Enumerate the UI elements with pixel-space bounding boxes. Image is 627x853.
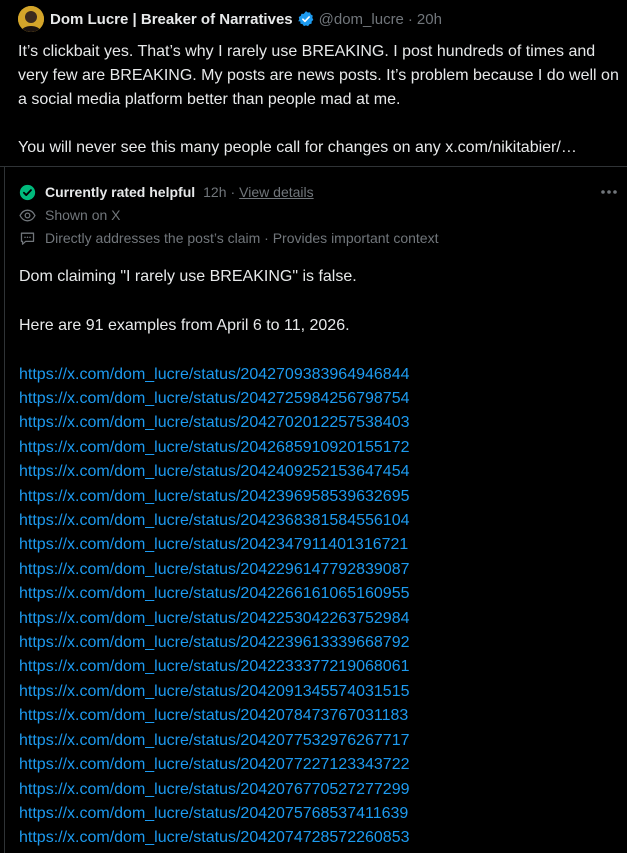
- note-status-label: Currently rated helpful: [45, 184, 196, 200]
- status-link[interactable]: https://x.com/dom_lucre/status/204226616…: [19, 585, 410, 602]
- author-name[interactable]: Dom Lucre | Breaker of Narratives: [50, 11, 293, 28]
- note-link-item: https://x.com/dom_lucre/status/204207677…: [19, 778, 619, 802]
- status-link[interactable]: https://x.com/dom_lucre/status/204223337…: [19, 658, 410, 675]
- eye-icon: [19, 209, 36, 221]
- status-link[interactable]: https://x.com/dom_lucre/status/204207722…: [19, 756, 410, 773]
- status-link[interactable]: https://x.com/dom_lucre/status/204272598…: [19, 390, 410, 407]
- note-link-item: https://x.com/dom_lucre/status/204207576…: [19, 802, 619, 826]
- note-link-item: https://x.com/dom_lucre/status/204223961…: [19, 631, 619, 655]
- shown-on-label: Shown on X: [45, 207, 121, 223]
- post-timestamp[interactable]: 20h: [417, 11, 442, 28]
- note-link-item: https://x.com/dom_lucre/status/204207753…: [19, 729, 619, 753]
- status-link[interactable]: https://x.com/dom_lucre/status/204240925…: [19, 463, 410, 480]
- status-link[interactable]: https://x.com/dom_lucre/status/204239695…: [19, 488, 410, 505]
- author-handle[interactable]: @dom_lucre: [319, 11, 404, 28]
- note-link-item: https://x.com/dom_lucre/status/204236838…: [19, 509, 619, 533]
- post: Dom Lucre | Breaker of Narratives @dom_l…: [0, 0, 627, 167]
- status-link[interactable]: https://x.com/dom_lucre/status/204223961…: [19, 634, 410, 651]
- more-dots-icon: [601, 190, 617, 194]
- status-link[interactable]: https://x.com/dom_lucre/status/204225304…: [19, 610, 410, 627]
- reasons-row: Directly addresses the post’s claim · Pr…: [19, 228, 438, 248]
- note-link-item: https://x.com/dom_lucre/status/204240925…: [19, 460, 619, 484]
- note-link-item: https://x.com/dom_lucre/status/204207722…: [19, 753, 619, 777]
- status-link[interactable]: https://x.com/dom_lucre/status/204236838…: [19, 512, 410, 529]
- note-reasons: Directly addresses the post’s claim · Pr…: [45, 230, 439, 246]
- note-summary: Here are 91 examples from April 6 to 11,…: [19, 316, 350, 334]
- shown-on-row: Shown on X: [19, 205, 121, 225]
- note-body: Dom claiming "I rarely use BREAKING" is …: [19, 265, 619, 851]
- note-link-item: https://x.com/dom_lucre/status/204225304…: [19, 607, 619, 631]
- community-note: Currently rated helpful 12h · View detai…: [4, 167, 627, 853]
- verified-badge-icon: [297, 11, 313, 27]
- status-link[interactable]: https://x.com/dom_lucre/status/204270201…: [19, 414, 410, 431]
- note-link-item: https://x.com/dom_lucre/status/204239695…: [19, 485, 619, 509]
- note-link-item: https://x.com/dom_lucre/status/204209134…: [19, 680, 619, 704]
- status-link[interactable]: https://x.com/dom_lucre/status/204229614…: [19, 561, 410, 578]
- status-link[interactable]: https://x.com/dom_lucre/status/204207472…: [19, 829, 410, 846]
- note-link-item: https://x.com/dom_lucre/status/204270201…: [19, 411, 619, 435]
- note-link-item: https://x.com/dom_lucre/status/204234791…: [19, 533, 619, 557]
- status-link[interactable]: https://x.com/dom_lucre/status/204207753…: [19, 732, 410, 749]
- note-timestamp: 12h: [203, 184, 227, 200]
- status-link[interactable]: https://x.com/dom_lucre/status/204207847…: [19, 707, 408, 724]
- avatar-image: [18, 6, 44, 32]
- status-link[interactable]: https://x.com/dom_lucre/status/204268591…: [19, 439, 410, 456]
- status-link[interactable]: https://x.com/dom_lucre/status/204207677…: [19, 781, 410, 798]
- status-link[interactable]: https://x.com/dom_lucre/status/204234791…: [19, 536, 408, 553]
- note-links-list: https://x.com/dom_lucre/status/204270938…: [19, 363, 619, 851]
- more-options-button[interactable]: [596, 181, 622, 203]
- note-link-item: https://x.com/dom_lucre/status/204207847…: [19, 704, 619, 728]
- note-link-item: https://x.com/dom_lucre/status/204272598…: [19, 387, 619, 411]
- note-link-item: https://x.com/dom_lucre/status/204268591…: [19, 436, 619, 460]
- note-separator: ·: [230, 184, 236, 200]
- status-link[interactable]: https://x.com/dom_lucre/status/204270938…: [19, 366, 410, 383]
- status-link[interactable]: https://x.com/dom_lucre/status/204207576…: [19, 805, 408, 822]
- header-separator: ·: [407, 10, 413, 28]
- note-status-row: Currently rated helpful 12h · View detai…: [19, 181, 314, 203]
- note-link-item: https://x.com/dom_lucre/status/204229614…: [19, 558, 619, 582]
- note-link-item: https://x.com/dom_lucre/status/204207472…: [19, 826, 619, 850]
- view-details-link[interactable]: View details: [239, 184, 313, 200]
- comment-icon: [20, 232, 35, 245]
- note-claim: Dom claiming "I rarely use BREAKING" is …: [19, 268, 357, 285]
- post-header: Dom Lucre | Breaker of Narratives @dom_l…: [50, 8, 442, 30]
- post-paragraph[interactable]: You will never see this many people call…: [18, 136, 623, 160]
- note-link-item: https://x.com/dom_lucre/status/204270938…: [19, 363, 619, 387]
- note-link-item: https://x.com/dom_lucre/status/204226616…: [19, 582, 619, 606]
- post-paragraph: It’s clickbait yes. That’s why I rarely …: [18, 43, 619, 108]
- avatar[interactable]: [18, 6, 44, 32]
- check-circle-icon: [19, 184, 36, 200]
- status-link[interactable]: https://x.com/dom_lucre/status/204209134…: [19, 683, 410, 700]
- note-link-item: https://x.com/dom_lucre/status/204223337…: [19, 655, 619, 679]
- post-text: It’s clickbait yes. That’s why I rarely …: [18, 40, 623, 160]
